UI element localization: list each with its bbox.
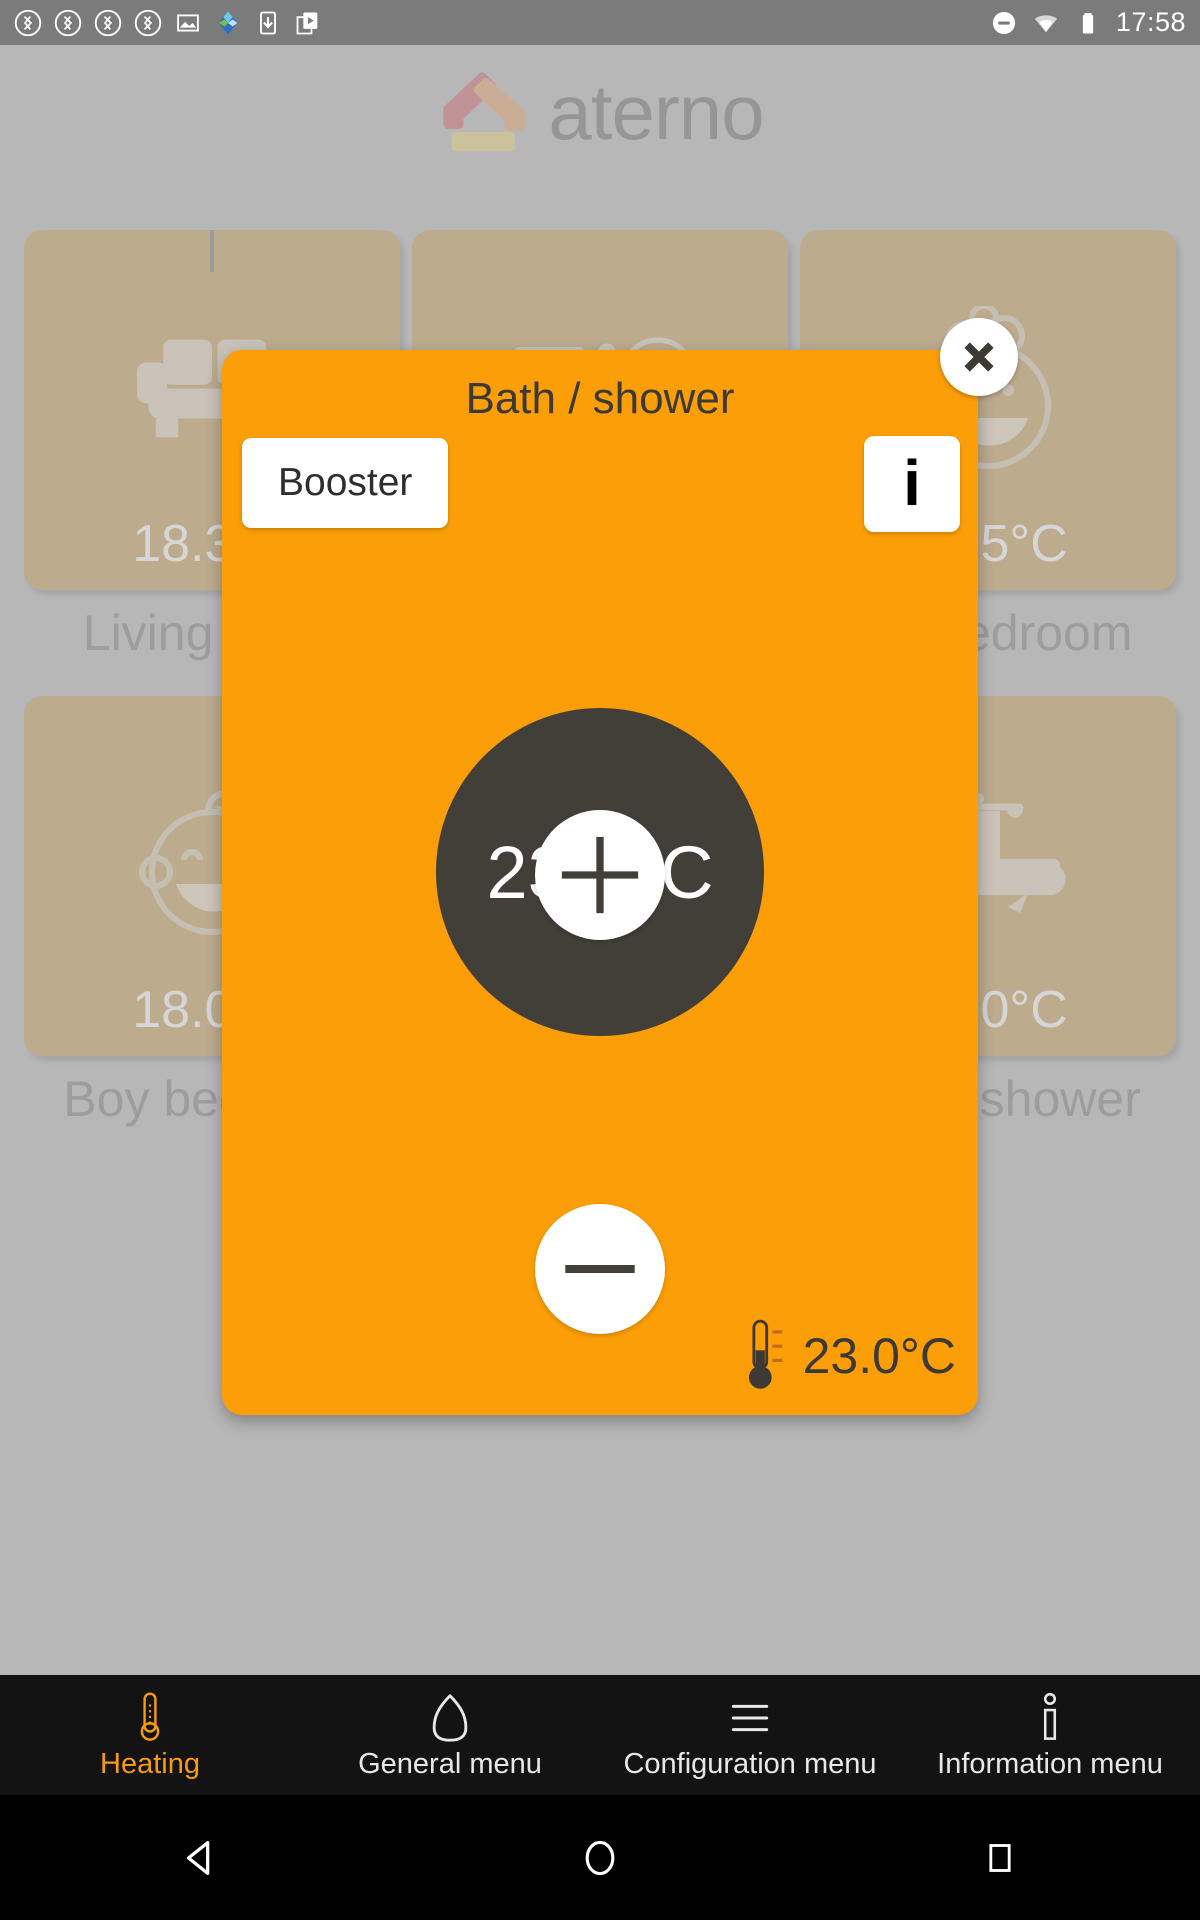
tab-information-menu[interactable]: Information menu <box>900 1675 1200 1795</box>
tab-general-menu[interactable]: General menu <box>300 1675 600 1795</box>
status-bar-right-icons: 17:58 <box>990 7 1186 38</box>
android-nav-bar <box>0 1795 1200 1920</box>
status-bar: 17:58 <box>0 0 1200 45</box>
tab-configuration-menu[interactable]: Configuration menu <box>600 1675 900 1795</box>
plus-icon <box>561 836 639 914</box>
app-notification-icon <box>54 9 82 36</box>
tab-label: General menu <box>358 1747 542 1780</box>
thermometer-icon <box>133 1690 167 1746</box>
close-button[interactable] <box>940 318 1018 396</box>
decrease-temperature-button[interactable] <box>535 1204 665 1334</box>
close-icon <box>964 342 994 372</box>
hamburger-icon <box>726 1690 774 1746</box>
tab-label: Heating <box>100 1747 200 1780</box>
app-notification-icon <box>14 9 42 36</box>
clock: 17:58 <box>1115 7 1186 37</box>
home-button[interactable] <box>540 1795 660 1920</box>
status-bar-left-icons <box>14 9 322 37</box>
tab-label: Configuration menu <box>623 1747 877 1780</box>
temperature-stepper: 23.0°C <box>222 460 978 1334</box>
info-icon <box>1037 1690 1063 1746</box>
back-button[interactable] <box>140 1795 260 1920</box>
room-control-dialog: Bath / shower Booster i 23.0°C <box>222 318 1018 1415</box>
tab-label: Information menu <box>937 1747 1163 1780</box>
tab-heating[interactable]: Heating <box>0 1675 300 1795</box>
back-icon <box>186 1840 210 1875</box>
download-icon <box>260 11 276 34</box>
brand-header: aterno <box>0 45 1200 180</box>
house-logo-icon <box>443 71 526 151</box>
battery-icon <box>1082 12 1094 33</box>
app-notification-icon <box>134 9 162 36</box>
increase-temperature-button[interactable] <box>535 810 665 940</box>
screen: 17:58 aterno 18.3°C Living room 18.5°C G… <box>0 0 1200 1920</box>
bottom-tab-bar: Heating General menu Configuration menu … <box>0 1675 1200 1795</box>
recents-icon <box>989 1843 1011 1872</box>
wifi-icon <box>1034 14 1058 32</box>
warning-icon <box>210 230 214 272</box>
play-store-icon <box>296 12 318 34</box>
app-notification-icon <box>94 9 122 36</box>
minus-icon <box>565 1264 635 1274</box>
do-not-disturb-icon <box>992 11 1016 34</box>
sync-icon <box>218 10 238 35</box>
brand-name: aterno <box>548 68 764 156</box>
measured-temperature-value: 23.0°C <box>802 1328 956 1384</box>
home-icon <box>425 1690 475 1746</box>
image-icon <box>177 13 199 32</box>
thermometer-icon <box>748 1319 782 1389</box>
dialog-title: Bath / shower <box>465 374 735 423</box>
measured-temperature: 23.0°C <box>735 1319 956 1393</box>
recents-button[interactable] <box>940 1795 1060 1920</box>
home-circle-icon <box>585 1840 615 1875</box>
